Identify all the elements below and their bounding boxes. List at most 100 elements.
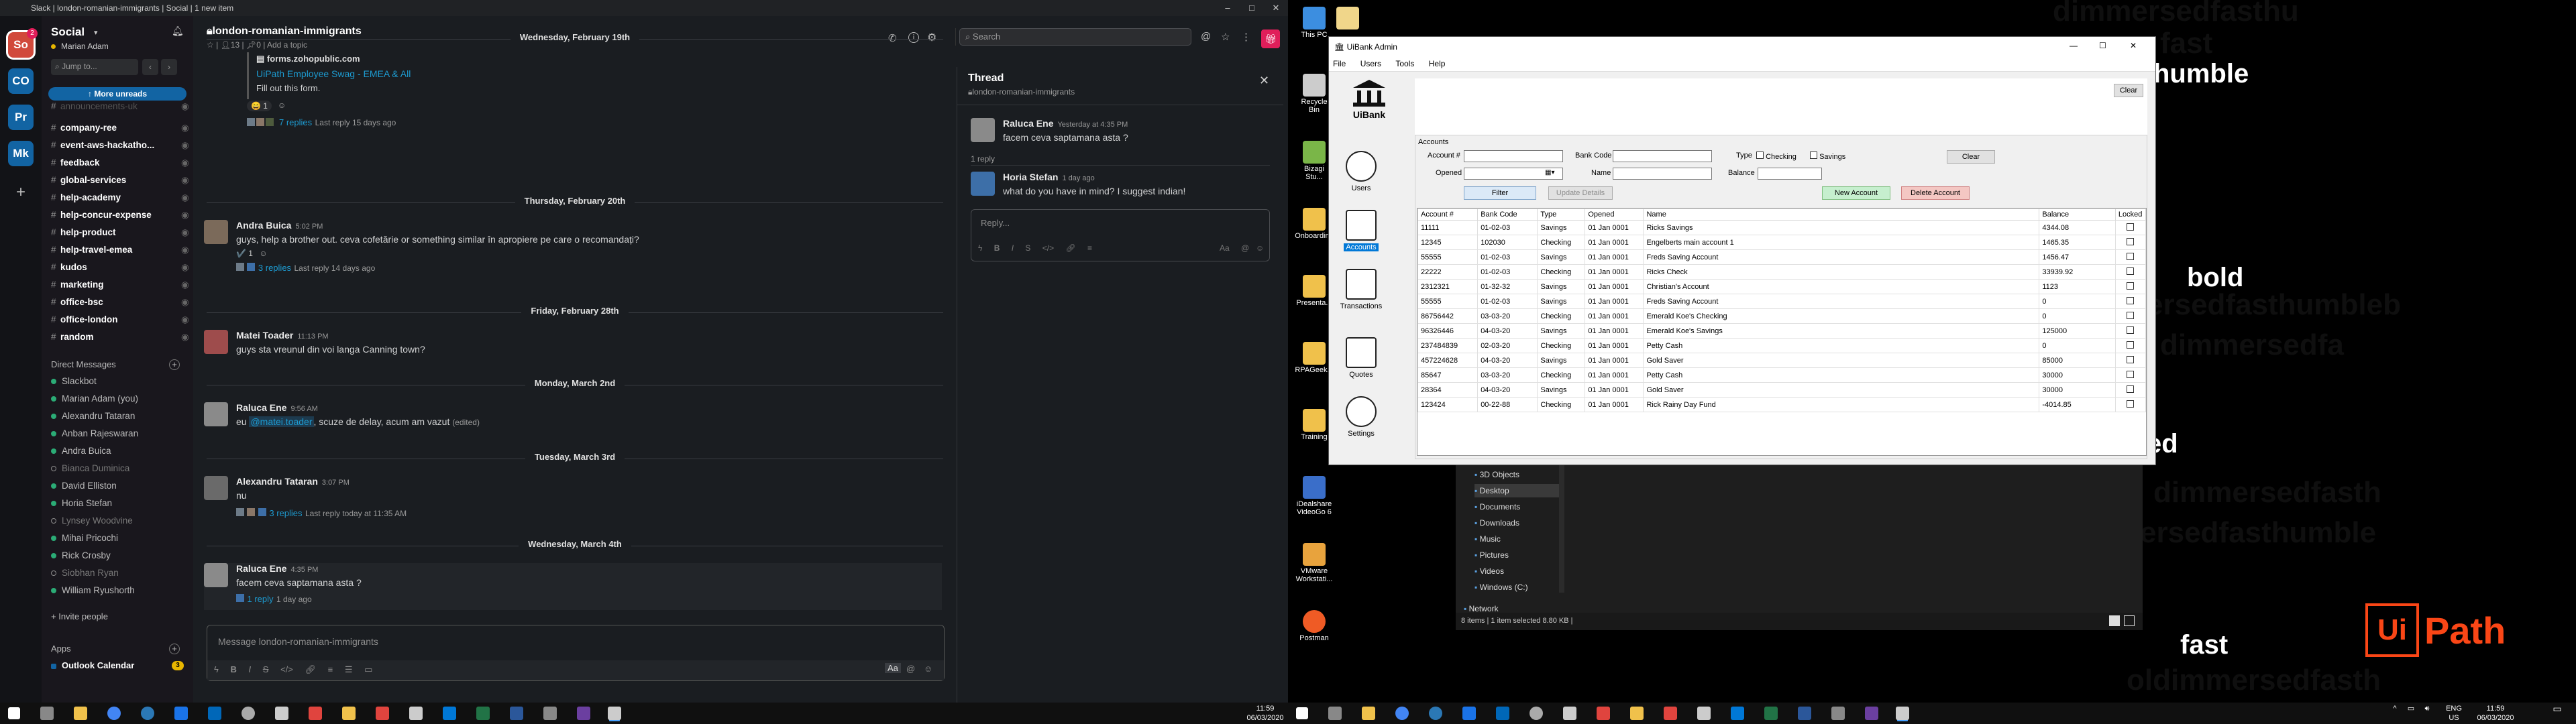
balance-input[interactable]: [1758, 168, 1822, 180]
locked-checkbox[interactable]: [2127, 326, 2135, 334]
nav-settings[interactable]: Settings: [1338, 396, 1384, 438]
volume-icon[interactable]: 🔊︎: [2420, 704, 2434, 713]
table-cell[interactable]: Savings: [1537, 323, 1586, 339]
taskbar-word-icon[interactable]: [510, 707, 523, 720]
search-input[interactable]: ⌕ Search: [959, 28, 1191, 46]
table-row[interactable]: 55555 01-02-03 Savings 01 Jan 0001 Freds Sav…: [1417, 249, 2146, 265]
update-details-button[interactable]: Update Details: [1548, 186, 1613, 200]
locked-checkbox[interactable]: [2127, 311, 2135, 319]
sidebar-channel-item[interactable]: # event-aws-hackatho... ◉: [51, 138, 192, 153]
visibility-icon[interactable]: ◉: [181, 278, 189, 292]
message-time[interactable]: 4:35 PM: [290, 566, 318, 574]
sidebar-dm-item[interactable]: Anban Rajeswaran: [51, 426, 192, 441]
italic-icon[interactable]: I: [249, 664, 252, 674]
message-author[interactable]: Raluca Ene: [236, 402, 286, 413]
table-cell[interactable]: 01-32-32: [1477, 279, 1538, 294]
taskbar-app-icon[interactable]: [409, 707, 423, 720]
table-cell[interactable]: 01 Jan 0001: [1585, 338, 1644, 353]
sidebar-dm-item[interactable]: Slackbot: [51, 374, 192, 389]
locked-cell[interactable]: [2114, 235, 2146, 250]
locked-cell[interactable]: [2114, 264, 2146, 280]
message-author[interactable]: Raluca Ene: [1003, 118, 1053, 129]
taskbar-app-icon[interactable]: [1630, 707, 1644, 720]
taskbar-uibank-icon[interactable]: [1896, 707, 1909, 720]
table-cell[interactable]: 237484839: [1417, 338, 1479, 353]
table-cell[interactable]: Savings: [1537, 249, 1586, 265]
thread-summary[interactable]: 7 replies Last reply 15 days ago: [279, 117, 396, 129]
table-cell[interactable]: Christian's Account: [1643, 279, 2040, 294]
column-header[interactable]: Locked: [2114, 208, 2146, 221]
locked-checkbox[interactable]: [2127, 267, 2135, 275]
table-cell[interactable]: 04-03-20: [1477, 323, 1538, 339]
avatar[interactable]: [204, 330, 228, 354]
table-cell[interactable]: 1465.35: [2039, 235, 2116, 250]
message-composer[interactable]: Message london-romanian-immigrants ϟ B I…: [207, 625, 945, 681]
visibility-icon[interactable]: ◉: [181, 190, 189, 205]
close-button[interactable]: ✕: [1264, 0, 1288, 16]
link-icon[interactable]: 🔗︎: [305, 664, 317, 674]
maximize-button[interactable]: ☐: [2099, 41, 2106, 50]
maximize-button[interactable]: □: [1240, 0, 1264, 16]
account-input[interactable]: [1464, 150, 1563, 162]
invite-people-link[interactable]: + Invite people: [51, 611, 108, 621]
table-cell[interactable]: 85647: [1417, 367, 1479, 383]
taskbar-file-explorer-icon[interactable]: [74, 707, 87, 720]
table-cell[interactable]: 1123: [2039, 279, 2116, 294]
taskbar-excel-icon[interactable]: [476, 707, 490, 720]
text-format-icon[interactable]: Aa: [885, 663, 901, 673]
taskbar-chrome-icon[interactable]: [107, 707, 121, 720]
emoji-icon[interactable]: ☺: [1256, 243, 1264, 253]
visibility-icon[interactable]: ◉: [181, 138, 189, 153]
message-time[interactable]: 9:56 AM: [290, 405, 317, 413]
table-row[interactable]: 457224628 04-03-20 Savings 01 Jan 0001 Gold …: [1417, 353, 2146, 368]
message-time[interactable]: Yesterday at 4:35 PM: [1057, 121, 1128, 129]
locked-cell[interactable]: [2114, 367, 2146, 383]
message-time[interactable]: 1 day ago: [1062, 174, 1094, 182]
table-cell[interactable]: 2312321: [1417, 279, 1479, 294]
back-arrow-icon[interactable]: ‹: [142, 59, 158, 75]
sidebar-dm-item[interactable]: William Ryushorth: [51, 583, 192, 598]
table-cell[interactable]: 00-22-88: [1477, 397, 1538, 412]
message-author[interactable]: Andra Buica: [236, 220, 291, 231]
locked-cell[interactable]: [2114, 308, 2146, 324]
code-icon[interactable]: </>: [1042, 243, 1054, 253]
sidebar-dm-item[interactable]: Marian Adam (you): [51, 391, 192, 406]
strikethrough-icon[interactable]: S: [1025, 243, 1030, 253]
taskbar-app-icon[interactable]: [241, 707, 255, 720]
table-cell[interactable]: Checking: [1537, 397, 1586, 412]
table-cell[interactable]: 457224628: [1417, 353, 1479, 368]
sidebar-dm-item[interactable]: Horia Stefan: [51, 496, 192, 511]
menu-file[interactable]: File: [1333, 59, 1346, 68]
sidebar-channel-item[interactable]: # help-concur-expense ◉: [51, 208, 192, 223]
workspace-pr[interactable]: Pr: [8, 105, 34, 130]
table-cell[interactable]: Emerald Koe's Savings: [1643, 323, 2040, 339]
workspace-name[interactable]: Social: [51, 25, 85, 39]
column-header[interactable]: Bank Code: [1477, 208, 1538, 221]
locked-cell[interactable]: [2114, 338, 2146, 353]
table-cell[interactable]: Freds Saving Account: [1643, 294, 2040, 309]
table-cell[interactable]: Savings: [1537, 294, 1586, 309]
sidebar-channel-item[interactable]: # feedback ◉: [51, 156, 192, 170]
locked-checkbox[interactable]: [2127, 282, 2135, 290]
text-format-icon[interactable]: Aa: [1220, 243, 1230, 253]
taskbar-chrome-icon[interactable]: [1395, 707, 1409, 720]
clear-top-button[interactable]: Clear: [2114, 84, 2143, 97]
table-cell[interactable]: Savings: [1537, 279, 1586, 294]
table-row[interactable]: 237484839 02-03-20 Checking 01 Jan 0001 Pett…: [1417, 338, 2146, 353]
sidebar-channel-item[interactable]: # help-travel-emea ◉: [51, 243, 192, 257]
user-mention[interactable]: @matei.toader: [249, 416, 314, 427]
table-cell[interactable]: 33939.92: [2039, 264, 2116, 280]
lightning-icon[interactable]: ϟ: [214, 664, 219, 674]
sidebar-channel-item[interactable]: # kudos ◉: [51, 260, 192, 275]
close-icon[interactable]: ✕: [1259, 74, 1269, 88]
thread-channel[interactable]: 🔒︎london-romanian-immigrants: [968, 87, 1075, 97]
desktop-icon-file[interactable]: [1328, 7, 1367, 31]
tree-item[interactable]: ▪ Videos: [1474, 564, 1562, 578]
windows-start-icon[interactable]: [8, 707, 20, 719]
table-row[interactable]: 12345 102030 Checking 01 Jan 0001 Engelberts…: [1417, 235, 2146, 250]
bookmark-icon[interactable]: ☆: [1221, 31, 1230, 43]
user-status[interactable]: Marian Adam: [51, 42, 109, 51]
taskbar-excel-icon[interactable]: [1764, 707, 1778, 720]
forward-arrow-icon[interactable]: ›: [161, 59, 177, 75]
table-cell[interactable]: Emerald Koe's Checking: [1643, 308, 2040, 324]
